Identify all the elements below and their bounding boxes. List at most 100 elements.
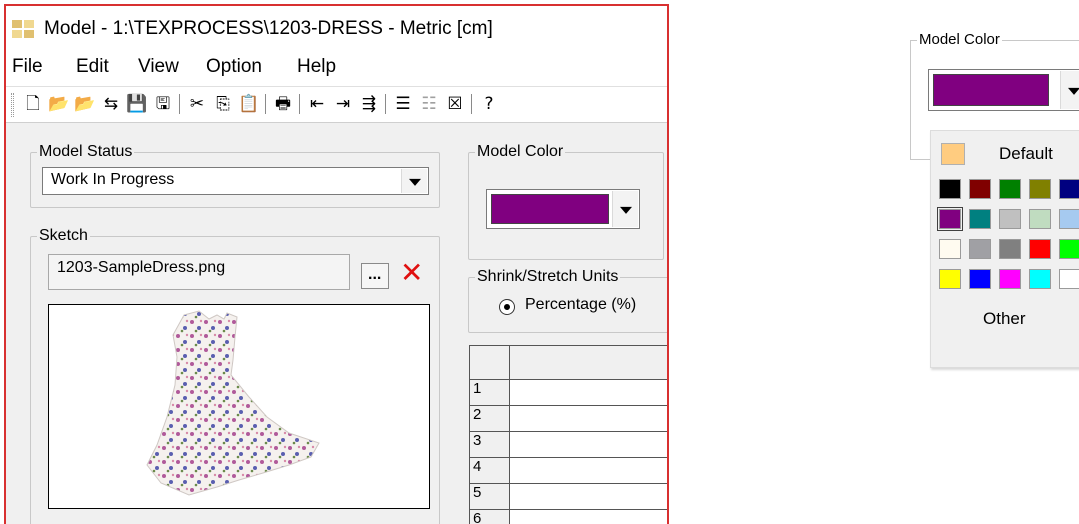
grid-cell[interactable] <box>509 509 667 524</box>
save-icon[interactable]: 💾 <box>126 93 148 115</box>
delete-sketch-button[interactable]: ✕ <box>397 256 427 289</box>
model-color-swatch <box>491 194 609 224</box>
color-swatch[interactable] <box>969 269 991 289</box>
color-swatch[interactable] <box>1059 179 1079 199</box>
grid-cell[interactable] <box>509 379 667 406</box>
client-area: Model Status Work In Progress Sketch 120… <box>6 122 667 524</box>
color-swatch[interactable] <box>1029 179 1051 199</box>
toolbar-grip[interactable] <box>11 93 14 117</box>
color-swatch[interactable] <box>999 209 1021 229</box>
color-swatch[interactable] <box>939 239 961 259</box>
popup-model-color-dropdown[interactable] <box>928 69 1079 111</box>
grid-row[interactable]: 4 <box>469 457 667 484</box>
model-status-dropdown[interactable]: Work In Progress <box>42 167 429 195</box>
color-swatch[interactable] <box>937 207 963 231</box>
color-swatch[interactable] <box>1029 269 1051 289</box>
window-title: Model - 1:\TEXPROCESS\1203-DRESS - Metri… <box>44 18 493 39</box>
grid-row[interactable]: 1 <box>469 379 667 406</box>
grid-cell[interactable] <box>509 405 667 432</box>
browse-button[interactable]: ... <box>361 263 389 289</box>
toolbar-separator <box>299 94 300 114</box>
close-icon: ✕ <box>400 256 424 289</box>
grid-row[interactable]: 6 <box>469 509 667 524</box>
default-label: Default <box>999 144 1053 163</box>
units-grid: 123456 <box>469 345 667 524</box>
grid-cell[interactable] <box>509 431 667 458</box>
grid-cell[interactable] <box>509 457 667 484</box>
color-swatch[interactable] <box>969 179 991 199</box>
grid-row[interactable]: 2 <box>469 405 667 432</box>
chevron-down-icon[interactable] <box>401 169 427 193</box>
color-swatch[interactable] <box>1059 209 1079 229</box>
new-file-icon[interactable]: 🗋 <box>22 93 44 115</box>
open-folder-2-icon[interactable]: 📂 <box>74 93 96 115</box>
color-swatch[interactable] <box>969 209 991 229</box>
color-swatch[interactable] <box>969 239 991 259</box>
model-status-label: Model Status <box>37 143 135 161</box>
menu-help[interactable]: Help <box>297 56 336 78</box>
model-window: Model - 1:\TEXPROCESS\1203-DRESS - Metri… <box>4 4 669 524</box>
menu-edit[interactable]: Edit <box>76 56 109 78</box>
default-color-option[interactable]: Default <box>937 139 1079 169</box>
model-color-dropdown[interactable] <box>486 189 640 229</box>
color-palette: Default Other <box>930 130 1079 368</box>
copy-icon[interactable]: ⎘ <box>212 93 234 115</box>
color-swatch[interactable] <box>1029 239 1051 259</box>
color-swatch[interactable] <box>999 239 1021 259</box>
open-folder-icon[interactable]: 📂 <box>48 93 70 115</box>
color-swatch[interactable] <box>939 179 961 199</box>
color-swatch[interactable] <box>1059 239 1079 259</box>
title-bar: Model - 1:\TEXPROCESS\1203-DRESS - Metri… <box>6 6 667 48</box>
toolbar: 🗋 📂 📂 ⇆ 💾 🖫 ✂ ⎘ 📋 🖶 ⇤ ⇥ ⇶ ☰ ☷ ☒? <box>6 86 667 120</box>
color-swatch[interactable] <box>999 269 1021 289</box>
other-color-button[interactable]: Other <box>983 309 1026 329</box>
move-left-icon[interactable]: ⇤ <box>306 93 328 115</box>
color-swatch[interactable] <box>999 179 1021 199</box>
grid-row-header: 1 <box>469 379 510 406</box>
move-right-icon[interactable]: ⇥ <box>332 93 354 115</box>
paste-icon[interactable]: 📋 <box>238 93 260 115</box>
menu-file[interactable]: File <box>12 56 43 78</box>
import-icon[interactable]: ⇆ <box>100 93 122 115</box>
popup-selected-swatch <box>933 74 1049 106</box>
sketch-group: Sketch 1203-SampleDress.png ... ✕ <box>30 227 440 524</box>
default-color-swatch <box>941 143 965 165</box>
color-swatch[interactable] <box>1029 209 1051 229</box>
sketch-preview <box>48 304 430 509</box>
help-icon[interactable]: ? <box>478 93 500 115</box>
dress-image <box>146 310 320 496</box>
toolbar-separator <box>471 94 472 114</box>
delete-list-icon[interactable]: ☒ <box>444 93 466 115</box>
save-all-icon[interactable]: 🖫 <box>152 93 174 115</box>
percentage-label: Percentage (%) <box>525 296 637 313</box>
popup-model-color-label: Model Color <box>917 31 1002 49</box>
shrink-stretch-label: Shrink/Stretch Units <box>475 268 621 286</box>
percentage-radio[interactable] <box>499 299 515 315</box>
grid-row[interactable]: 5 <box>469 483 667 510</box>
menu-view[interactable]: View <box>138 56 179 78</box>
print-icon[interactable]: 🖶 <box>272 93 294 115</box>
sketch-filename-field[interactable]: 1203-SampleDress.png <box>48 254 350 290</box>
toolbar-separator <box>179 94 180 114</box>
model-status-value: Work In Progress <box>51 171 175 188</box>
grid-row-header: 5 <box>469 483 510 510</box>
chevron-down-icon[interactable] <box>1060 71 1079 109</box>
model-color-label: Model Color <box>475 143 566 161</box>
grid-row-header: 6 <box>469 509 510 524</box>
toolbar-separator <box>385 94 386 114</box>
cut-icon[interactable]: ✂ <box>186 93 208 115</box>
chevron-down-icon[interactable] <box>612 191 638 227</box>
list-icon[interactable]: ☰ <box>392 93 414 115</box>
grid-corner-cell <box>469 345 510 380</box>
grid-row[interactable]: 3 <box>469 431 667 458</box>
grid-row-header: 3 <box>469 431 510 458</box>
browse-label: ... <box>368 266 382 283</box>
color-swatch[interactable] <box>939 269 961 289</box>
grid-header-row <box>469 345 667 380</box>
menu-option[interactable]: Option <box>206 56 262 78</box>
sketch-filename: 1203-SampleDress.png <box>57 259 226 276</box>
grid-cell[interactable] <box>509 483 667 510</box>
color-swatch[interactable] <box>1059 269 1079 289</box>
list-disabled-icon[interactable]: ☷ <box>418 93 440 115</box>
insert-icon[interactable]: ⇶ <box>358 93 380 115</box>
